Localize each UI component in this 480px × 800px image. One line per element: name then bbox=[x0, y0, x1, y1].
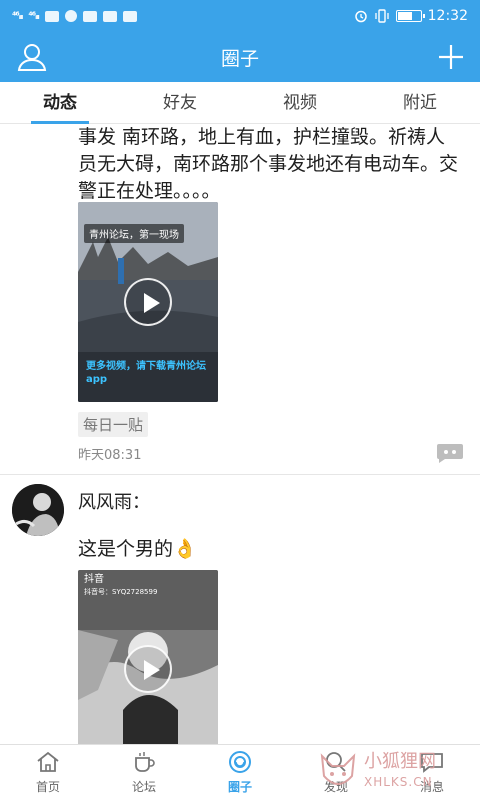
nav-messages-label: 消息 bbox=[419, 780, 444, 794]
signal-indicator-1: ⁴⁶ᵢₗₗ bbox=[12, 10, 23, 22]
post-time: 昨天08:31 bbox=[78, 448, 142, 463]
wechat-icon bbox=[44, 10, 59, 22]
app-icon bbox=[82, 10, 97, 22]
nav-forum[interactable]: 论坛 bbox=[96, 745, 192, 800]
title-bar: 圈子 bbox=[0, 32, 480, 82]
comment-icon[interactable] bbox=[436, 442, 464, 464]
video-caption-top: 青州论坛，第一现场 bbox=[84, 224, 184, 243]
tab-nearby[interactable]: 附近 bbox=[360, 82, 480, 123]
feed[interactable]: 事发 南环路，地上有血，护栏撞毁。祈祷人员无大碍，南环路那个事发地还有电动车。交… bbox=[0, 124, 480, 744]
nav-home[interactable]: 首页 bbox=[0, 745, 96, 800]
tiktok-brand: 抖音 bbox=[84, 574, 104, 585]
play-icon[interactable] bbox=[124, 645, 172, 693]
post-text: 这是个男的👌 bbox=[78, 538, 197, 560]
nav-discover-label: 发现 bbox=[323, 780, 348, 794]
tab-videos[interactable]: 视频 bbox=[240, 82, 360, 123]
status-time: 12:32 bbox=[427, 8, 468, 24]
circle-icon bbox=[229, 751, 251, 773]
post-text: 事发 南环路，地上有血，护栏撞毁。祈祷人员无大碍，南环路那个事发地还有电动车。交… bbox=[78, 126, 459, 202]
home-icon bbox=[37, 751, 59, 772]
bottom-nav: 首页 论坛 圈子 发现 消息 bbox=[0, 744, 480, 800]
vibrate-icon bbox=[374, 9, 389, 23]
notification-icon bbox=[64, 10, 77, 22]
search-icon bbox=[326, 752, 346, 772]
video-thumbnail[interactable]: 青州论坛，第一现场 更多视频，请下载青州论坛app bbox=[78, 202, 218, 402]
gallery-icon bbox=[122, 10, 137, 22]
add-icon[interactable] bbox=[434, 40, 468, 74]
post-author[interactable]: 风风雨： bbox=[78, 488, 150, 514]
tiktok-id: 抖音号：SYQ2728599 bbox=[84, 588, 158, 596]
tab-bar: 动态 好友 视频 附近 bbox=[0, 82, 480, 124]
play-icon[interactable] bbox=[124, 278, 172, 326]
tiktok-icon bbox=[102, 10, 117, 22]
post-tag[interactable]: 每日一贴 bbox=[78, 412, 149, 437]
nav-circle[interactable]: 圈子 bbox=[192, 745, 288, 800]
nav-messages[interactable]: 消息 bbox=[384, 745, 480, 800]
nav-circle-label: 圈子 bbox=[227, 780, 252, 794]
alarm-icon bbox=[354, 10, 367, 23]
nav-discover[interactable]: 发现 bbox=[288, 745, 384, 800]
tab-dynamic[interactable]: 动态 bbox=[0, 82, 120, 123]
video-thumbnail[interactable]: 抖音 抖音号：SYQ2728599 bbox=[78, 570, 218, 744]
status-bar: ⁴⁶ᵢₗₗ ⁴⁶ᵢₗₗ 12:32 bbox=[0, 0, 480, 32]
message-icon bbox=[421, 753, 443, 773]
tab-friends[interactable]: 好友 bbox=[120, 82, 240, 123]
profile-icon[interactable] bbox=[16, 42, 48, 72]
cup-icon bbox=[135, 752, 155, 772]
post-divider bbox=[0, 474, 480, 475]
page-title: 圈子 bbox=[220, 47, 259, 70]
avatar[interactable] bbox=[12, 484, 64, 536]
video-caption-bottom: 更多视频，请下载青州论坛app bbox=[86, 361, 206, 385]
nav-forum-label: 论坛 bbox=[131, 780, 156, 794]
status-right: 12:32 bbox=[354, 8, 468, 24]
signal-indicator-2: ⁴⁶ᵢₗₗ bbox=[28, 10, 39, 22]
nav-home-label: 首页 bbox=[35, 780, 60, 794]
battery-icon bbox=[395, 10, 425, 22]
status-left: ⁴⁶ᵢₗₗ ⁴⁶ᵢₗₗ bbox=[12, 10, 137, 22]
